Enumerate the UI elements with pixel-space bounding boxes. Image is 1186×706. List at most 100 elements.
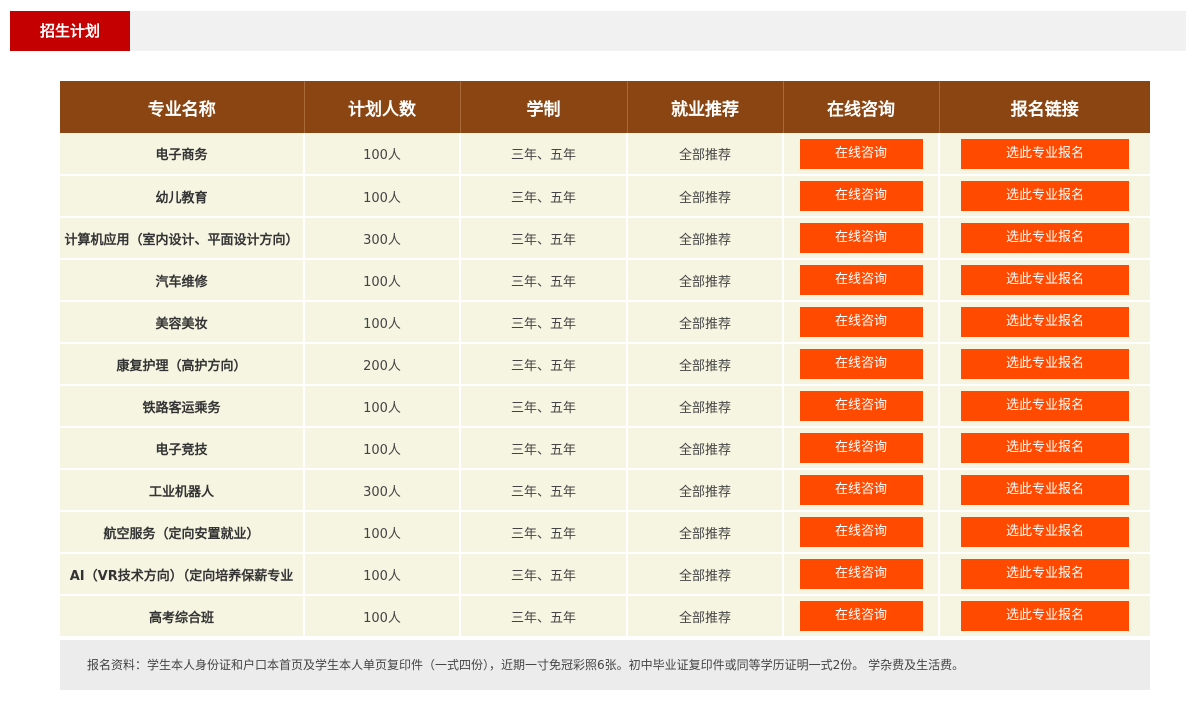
consult-cell: 在线咨询 [783,343,940,386]
employment-cell: 全部推荐 [627,175,784,218]
enrollment-note: 报名资料：学生本人身份证和户口本首页及学生本人单页复印件（一式四份），近期一寸免… [60,640,1150,690]
table-row: 电子商务 100人 三年、五年 全部推荐 在线咨询 选此专业报名 [60,133,1150,176]
employment-cell: 全部推荐 [627,133,784,176]
consult-cell: 在线咨询 [783,385,940,428]
table-row: 计算机应用（室内设计、平面设计方向） 300人 三年、五年 全部推荐 在线咨询 选此专业报… [60,217,1150,260]
online-consult-button[interactable]: 在线咨询 [799,181,923,211]
online-consult-button[interactable]: 在线咨询 [799,265,923,295]
apply-major-button[interactable]: 选此专业报名 [961,265,1129,295]
quota-cell: 100人 [304,301,461,344]
apply-major-button[interactable]: 选此专业报名 [961,601,1129,631]
consult-cell: 在线咨询 [783,217,940,260]
duration-cell: 三年、五年 [460,259,628,302]
enrollment-plan-table: 专业名称 计划人数 学制 就业推荐 在线咨询 报名链接 电子商务 100人 三年、五… [60,81,1150,638]
major-cell: 航空服务（定向安置就业） [60,511,305,554]
consult-cell: 在线咨询 [783,595,940,638]
apply-major-button[interactable]: 选此专业报名 [961,517,1129,547]
section-header: 招生计划 [10,11,1186,51]
online-consult-button[interactable]: 在线咨询 [799,307,923,337]
apply-cell: 选此专业报名 [939,469,1150,512]
employment-cell: 全部推荐 [627,469,784,512]
quota-cell: 300人 [304,469,461,512]
online-consult-button[interactable]: 在线咨询 [799,559,923,589]
quota-cell: 300人 [304,217,461,260]
table-row: 工业机器人 300人 三年、五年 全部推荐 在线咨询 选此专业报名 [60,469,1150,512]
duration-cell: 三年、五年 [460,175,628,218]
apply-cell: 选此专业报名 [939,301,1150,344]
header-quota: 计划人数 [304,81,461,133]
major-cell: 工业机器人 [60,469,305,512]
table-row: 航空服务（定向安置就业） 100人 三年、五年 全部推荐 在线咨询 选此专业报名 [60,511,1150,554]
apply-cell: 选此专业报名 [939,553,1150,596]
duration-cell: 三年、五年 [460,217,628,260]
online-consult-button[interactable]: 在线咨询 [799,349,923,379]
apply-major-button[interactable]: 选此专业报名 [961,475,1129,505]
table-header-row: 专业名称 计划人数 学制 就业推荐 在线咨询 报名链接 [60,81,1150,133]
duration-cell: 三年、五年 [460,427,628,470]
employment-cell: 全部推荐 [627,553,784,596]
quota-cell: 100人 [304,553,461,596]
apply-major-button[interactable]: 选此专业报名 [961,307,1129,337]
employment-cell: 全部推荐 [627,511,784,554]
apply-major-button[interactable]: 选此专业报名 [961,433,1129,463]
major-cell: 高考综合班 [60,595,305,638]
section-title: 招生计划 [10,11,130,51]
duration-cell: 三年、五年 [460,301,628,344]
online-consult-button[interactable]: 在线咨询 [799,138,923,169]
quota-cell: 100人 [304,385,461,428]
major-cell: 计算机应用（室内设计、平面设计方向） [60,217,305,260]
employment-cell: 全部推荐 [627,217,784,260]
quota-cell: 100人 [304,595,461,638]
table-row: 铁路客运乘务 100人 三年、五年 全部推荐 在线咨询 选此专业报名 [60,385,1150,428]
apply-cell: 选此专业报名 [939,217,1150,260]
online-consult-button[interactable]: 在线咨询 [799,391,923,421]
major-cell: 美容美妆 [60,301,305,344]
duration-cell: 三年、五年 [460,553,628,596]
apply-major-button[interactable]: 选此专业报名 [961,559,1129,589]
quota-cell: 200人 [304,343,461,386]
header-apply: 报名链接 [939,81,1150,133]
header-consult: 在线咨询 [783,81,940,133]
table-row: AI（VR技术方向）（定向培养保薪专业 100人 三年、五年 全部推荐 在线咨询 选此专业… [60,553,1150,596]
duration-cell: 三年、五年 [460,385,628,428]
online-consult-button[interactable]: 在线咨询 [799,517,923,547]
apply-major-button[interactable]: 选此专业报名 [961,349,1129,379]
apply-major-button[interactable]: 选此专业报名 [961,223,1129,253]
table-row: 美容美妆 100人 三年、五年 全部推荐 在线咨询 选此专业报名 [60,301,1150,344]
online-consult-button[interactable]: 在线咨询 [799,601,923,631]
consult-cell: 在线咨询 [783,427,940,470]
duration-cell: 三年、五年 [460,595,628,638]
employment-cell: 全部推荐 [627,343,784,386]
apply-major-button[interactable]: 选此专业报名 [961,391,1129,421]
duration-cell: 三年、五年 [460,469,628,512]
apply-cell: 选此专业报名 [939,427,1150,470]
header-employment: 就业推荐 [627,81,784,133]
major-cell: 汽车维修 [60,259,305,302]
major-cell: 电子竞技 [60,427,305,470]
table-row: 电子竞技 100人 三年、五年 全部推荐 在线咨询 选此专业报名 [60,427,1150,470]
major-cell: AI（VR技术方向）（定向培养保薪专业 [60,553,305,596]
employment-cell: 全部推荐 [627,385,784,428]
quota-cell: 100人 [304,511,461,554]
employment-cell: 全部推荐 [627,595,784,638]
table-row: 汽车维修 100人 三年、五年 全部推荐 在线咨询 选此专业报名 [60,259,1150,302]
duration-cell: 三年、五年 [460,511,628,554]
apply-major-button[interactable]: 选此专业报名 [961,138,1129,169]
quota-cell: 100人 [304,427,461,470]
employment-cell: 全部推荐 [627,427,784,470]
quota-cell: 100人 [304,133,461,176]
apply-cell: 选此专业报名 [939,343,1150,386]
employment-cell: 全部推荐 [627,259,784,302]
consult-cell: 在线咨询 [783,301,940,344]
apply-major-button[interactable]: 选此专业报名 [961,181,1129,211]
major-cell: 铁路客运乘务 [60,385,305,428]
online-consult-button[interactable]: 在线咨询 [799,475,923,505]
duration-cell: 三年、五年 [460,133,628,176]
header-duration: 学制 [460,81,628,133]
online-consult-button[interactable]: 在线咨询 [799,223,923,253]
apply-cell: 选此专业报名 [939,175,1150,218]
online-consult-button[interactable]: 在线咨询 [799,433,923,463]
consult-cell: 在线咨询 [783,133,940,176]
apply-cell: 选此专业报名 [939,259,1150,302]
quota-cell: 100人 [304,175,461,218]
